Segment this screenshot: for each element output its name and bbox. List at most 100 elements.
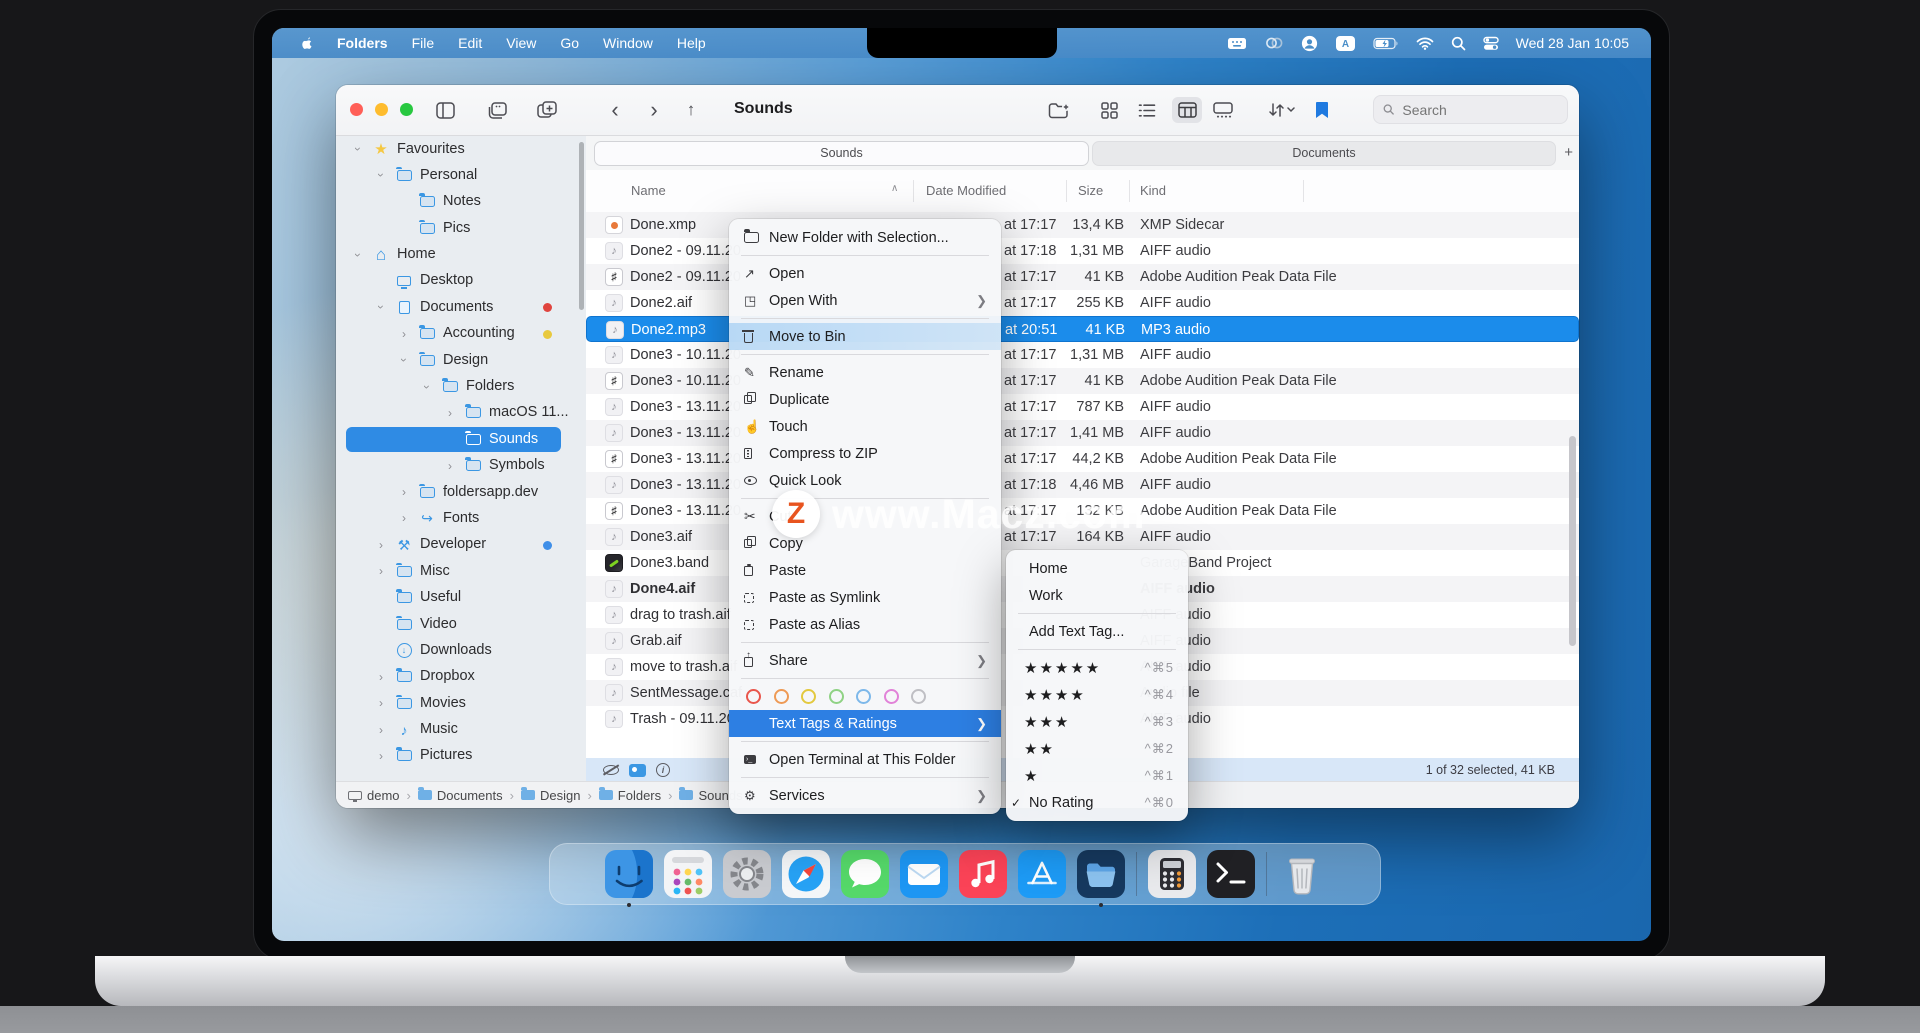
tag-color-dot[interactable] [911,689,926,704]
dock-icon-terminal[interactable] [1206,850,1255,898]
menu-item-open-terminal-at-this-folder[interactable]: ›_ Open Terminal at This Folder [729,746,1001,773]
file-list-scrollbar[interactable] [1569,436,1576,646]
input-source-icon[interactable]: A [1335,35,1356,52]
sidebar-item-macos-11-[interactable]: › macOS 11... [336,400,586,426]
sort-menu-icon[interactable] [1264,99,1298,121]
tag-color-dot[interactable] [773,689,789,704]
sidebar-item-documents[interactable]: › Documents [336,294,586,320]
breadcrumb-item-documents[interactable]: Documents [417,787,503,803]
sidebar-item-music[interactable]: › ♪ Music [336,717,586,743]
list-view-icon[interactable] [1136,99,1158,121]
chevron-down-icon[interactable]: › [351,250,365,260]
sidebar-item-notes[interactable]: Notes [336,189,586,215]
column-name[interactable]: Name [631,183,666,198]
breadcrumb-item-demo[interactable]: demo [348,788,400,803]
menu-item-open-with[interactable]: ◳ Open With ❯ [729,287,1001,314]
sidebar-item-dropbox[interactable]: › Dropbox [336,664,586,690]
search-field[interactable] [1373,95,1568,124]
sidebar-item-misc[interactable]: › Misc [336,558,586,584]
info-icon[interactable]: i [650,763,676,777]
window-stack-icon[interactable] [486,99,508,121]
menubar-item-window[interactable]: Window [603,35,653,51]
column-date-modified[interactable]: Date Modified [926,183,1006,198]
user-icon[interactable] [1301,35,1318,52]
menu-item-paste-as-symlink[interactable]: Paste as Symlink [729,584,1001,611]
back-button[interactable]: ‹ [604,99,626,121]
menu-item-no-rating[interactable]: ✓ No Rating ^⌘0 [1006,789,1188,816]
new-folder-icon[interactable] [1048,99,1070,121]
keyboard-icon[interactable] [1227,36,1247,50]
menu-item-rating-5-stars[interactable]: ★★★★★ ^⌘5 [1006,654,1188,681]
sidebar-item-useful[interactable]: Useful [336,585,586,611]
menu-item-home[interactable]: Home [1006,555,1188,582]
chevron-down-icon[interactable]: › [397,355,411,365]
menu-item-move-to-bin[interactable]: Move to Bin [729,323,1001,350]
menubar-app-name[interactable]: Folders [337,35,388,51]
gallery-view-icon[interactable] [1212,99,1234,121]
search-input[interactable] [1400,100,1558,119]
wifi-icon[interactable] [1416,37,1434,50]
menu-item-paste[interactable]: Paste [729,557,1001,584]
toggle-sidebar-icon[interactable] [434,99,456,121]
sidebar-item-symbols[interactable]: › Symbols [336,453,586,479]
menu-item-touch[interactable]: ☝ Touch [729,413,1001,440]
chevron-right-icon[interactable]: › [445,459,455,473]
menu-item-rating-1-stars[interactable]: ★ ^⌘1 [1006,762,1188,789]
menu-item-rating-2-stars[interactable]: ★★ ^⌘2 [1006,735,1188,762]
tag-color-dot[interactable] [746,689,761,704]
menubar-item-view[interactable]: View [506,35,536,51]
column-kind[interactable]: Kind [1140,183,1166,198]
dock-icon-launchpad[interactable] [663,850,712,898]
menu-item-work[interactable]: Work [1006,582,1188,609]
menu-item-rename[interactable]: ✎ Rename [729,359,1001,386]
dock-icon-appstore[interactable] [1017,850,1066,898]
chevron-down-icon[interactable]: › [374,302,388,312]
chevron-right-icon[interactable]: › [376,564,386,578]
breadcrumb-item-folders[interactable]: Folders [598,787,661,803]
bookmark-icon[interactable] [1311,99,1333,121]
menubar-clock[interactable]: Wed 28 Jan 10:05 [1516,35,1629,51]
menu-item-copy[interactable]: Copy [729,530,1001,557]
grid-view-icon[interactable] [1098,99,1120,121]
sidebar-item-pics[interactable]: Pics [336,215,586,241]
sidebar-scrollbar[interactable] [579,142,584,310]
menu-item-text-tags-ratings[interactable]: Text Tags & Ratings ❯ [729,710,1001,737]
forward-button[interactable]: › [643,99,665,121]
chevron-right-icon[interactable]: › [399,511,409,525]
sidebar-item-sounds[interactable]: Sounds [336,426,586,452]
hide-extensions-icon[interactable] [598,765,624,775]
menu-item-duplicate[interactable]: Duplicate [729,386,1001,413]
sidebar-item-folders[interactable]: › Folders [336,374,586,400]
chevron-right-icon[interactable]: › [376,749,386,763]
menu-item-new-folder-with-selection[interactable]: New Folder with Selection... [729,224,1001,251]
chevron-right-icon[interactable]: › [399,327,409,341]
chevron-down-icon[interactable]: › [351,144,365,154]
dock-icon-safari[interactable] [781,850,830,898]
sidebar-item-fonts[interactable]: › ↪ Fonts [336,505,586,531]
dock-icon-finder[interactable] [604,850,653,907]
tag-color-dot[interactable] [856,689,871,704]
sidebar-item-movies[interactable]: › Movies [336,690,586,716]
search-icon[interactable] [1451,36,1466,51]
menu-item-cut[interactable]: ✂ Cut [729,503,1001,530]
sidebar-item-personal[interactable]: › Personal [336,162,586,188]
sidebar-item-pictures[interactable]: › Pictures [336,743,586,769]
table-view-icon[interactable] [1172,97,1202,123]
sidebar-item-accounting[interactable]: › Accounting [336,321,586,347]
sidebar-item-design[interactable]: › Design [336,347,586,373]
chevron-right-icon[interactable]: › [376,723,386,737]
chevron-right-icon[interactable]: › [445,406,455,420]
window-titlebar[interactable]: ‹ › ↑ Sounds [336,85,1579,136]
zoom-window-button[interactable] [400,103,413,116]
menu-item-services[interactable]: ⚙ Services ❯ [729,782,1001,809]
dock-icon-folders-app[interactable] [1076,850,1125,907]
minimize-window-button[interactable] [375,103,388,116]
menubar-item-go[interactable]: Go [560,35,579,51]
sidebar-item-home[interactable]: › ⌂ Home [336,242,586,268]
menu-item-add-text-tag[interactable]: Add Text Tag... [1006,618,1188,645]
sidebar-item-desktop[interactable]: Desktop [336,268,586,294]
menu-item-open[interactable]: ↗ Open [729,260,1001,287]
menu-item-compress-to-zip[interactable]: Compress to ZIP [729,440,1001,467]
up-folder-button[interactable]: ↑ [680,99,702,121]
sidebar-item-developer[interactable]: › ⚒ Developer [336,532,586,558]
